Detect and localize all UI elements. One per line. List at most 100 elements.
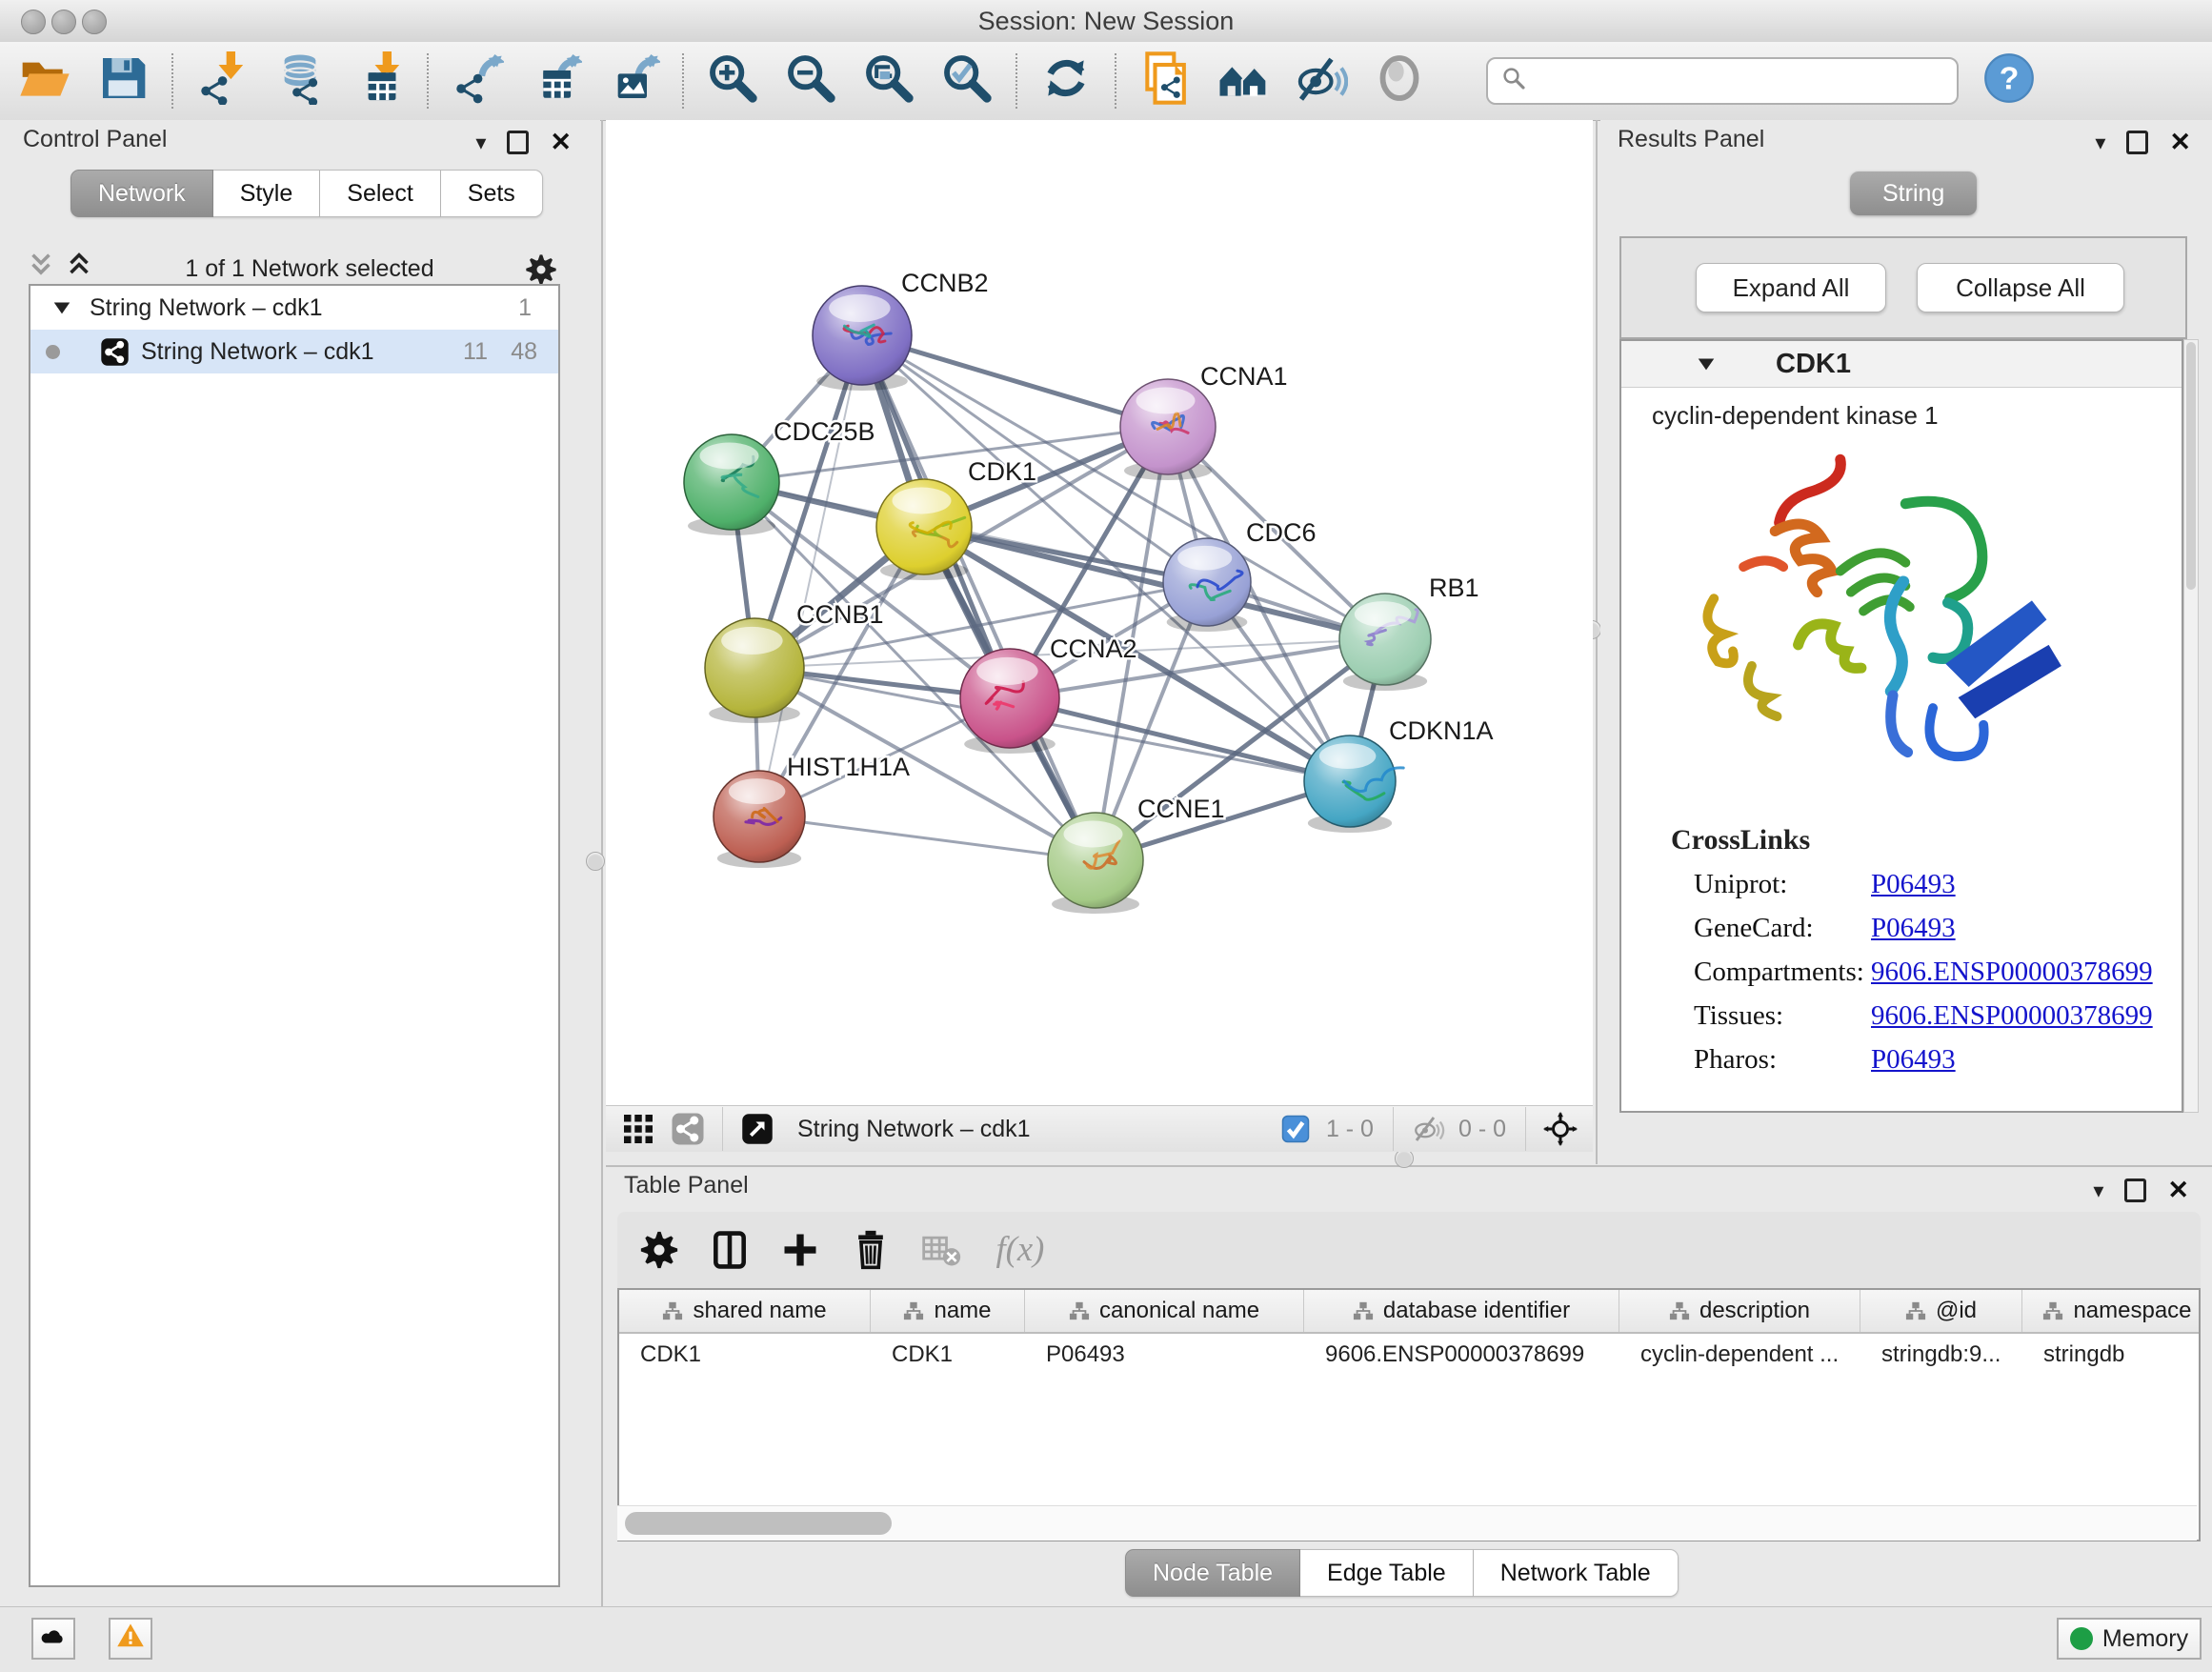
function-builder-button-disabled[interactable]: f(x) [991, 1229, 1075, 1271]
network-row-selected[interactable]: String Network – cdk1 11 48 [30, 330, 558, 373]
zoom-in-button[interactable] [694, 50, 772, 112]
close-panel-icon[interactable]: ✕ [2169, 128, 2191, 157]
table-cell[interactable]: P06493 [1025, 1334, 1304, 1376]
tab-network-table[interactable]: Network Table [1474, 1549, 1679, 1597]
column-header-canonical-name[interactable]: canonical name [1025, 1290, 1304, 1332]
maximize-window-icon[interactable] [82, 10, 107, 34]
table-cell[interactable]: CDK1 [871, 1334, 1025, 1376]
create-column-button[interactable] [779, 1229, 821, 1271]
float-panel-icon[interactable] [2126, 131, 2148, 154]
cloud-button[interactable] [31, 1618, 75, 1660]
memory-button[interactable]: Memory [2057, 1618, 2202, 1660]
crosslinks-title: CrossLinks [1671, 824, 2182, 856]
left-splitter-grip[interactable] [586, 852, 605, 871]
column-type-icon [2042, 1300, 2063, 1321]
float-panel-icon[interactable] [2124, 1178, 2146, 1202]
tab-select[interactable]: Select [320, 170, 440, 217]
network-badge-button[interactable] [663, 1112, 713, 1146]
close-panel-icon[interactable]: ✕ [2167, 1176, 2189, 1205]
import-network-button[interactable] [183, 50, 261, 112]
table-cell[interactable]: stringdb:9... [1860, 1334, 2022, 1376]
import-table-button[interactable] [339, 50, 417, 112]
table-scrollbar-thumb[interactable] [625, 1512, 892, 1535]
hidden-items-button[interactable] [1403, 1112, 1453, 1146]
delete-table-button-disabled[interactable] [920, 1229, 962, 1271]
save-session-button[interactable] [84, 50, 162, 112]
collapse-all-button[interactable]: Collapse All [1917, 263, 2124, 312]
crosslink-link[interactable]: P06493 [1871, 913, 1956, 944]
table-options-button[interactable] [638, 1229, 680, 1271]
panel-menu-icon[interactable]: ▾ [2095, 131, 2105, 155]
table-row[interactable]: CDK1CDK1P064939606.ENSP00000378699cyclin… [619, 1334, 2199, 1376]
first-neighbors-button[interactable] [1204, 50, 1282, 112]
expand-all-icon[interactable] [63, 250, 95, 289]
column-header-namespace[interactable]: namespace [2022, 1290, 2201, 1332]
selected-nodes-checkbox[interactable] [1271, 1112, 1320, 1146]
zoom-out-button[interactable] [772, 50, 850, 112]
table-cell[interactable]: cyclin-dependent ... [1619, 1334, 1860, 1376]
tab-string[interactable]: String [1850, 171, 1977, 215]
search-box[interactable] [1486, 57, 1959, 105]
column-header-shared-name[interactable]: shared name [619, 1290, 871, 1332]
zoom-selected-button[interactable] [928, 50, 1006, 112]
table-horizontal-scrollbar[interactable] [617, 1505, 2197, 1541]
network-collection-row[interactable]: String Network – cdk1 1 [30, 286, 558, 330]
help-button[interactable]: ? [1983, 52, 2035, 111]
open-session-button[interactable] [6, 50, 84, 112]
update-button[interactable] [1027, 50, 1105, 112]
tab-network[interactable]: Network [70, 170, 213, 217]
tab-edge-table[interactable]: Edge Table [1300, 1549, 1474, 1597]
export-table-button[interactable] [516, 50, 594, 112]
collapse-entry-icon[interactable] [1696, 353, 1717, 374]
crosslink-link[interactable]: P06493 [1871, 1044, 1956, 1076]
close-window-icon[interactable] [21, 10, 46, 34]
show-all-button[interactable] [1360, 50, 1438, 112]
search-input[interactable] [1528, 67, 1957, 95]
warnings-button[interactable] [109, 1618, 152, 1660]
table-cell[interactable]: CDK1 [619, 1334, 871, 1376]
birdseye-toggle-button[interactable] [1536, 1112, 1585, 1146]
column-header-name[interactable]: name [871, 1290, 1025, 1332]
zoom-fit-button[interactable] [850, 50, 928, 112]
detach-view-button[interactable] [733, 1112, 782, 1146]
network-canvas[interactable]: CCNB2CCNA1CDC25BCDK1CDC6RB1CCNB1CCNA2CDK… [606, 120, 1593, 1105]
column-header-description[interactable]: description [1619, 1290, 1860, 1332]
import-network-from-database-button[interactable] [261, 50, 339, 112]
clone-network-button[interactable] [1126, 50, 1204, 112]
close-panel-icon[interactable]: ✕ [550, 128, 572, 157]
table-cell[interactable]: stringdb [2022, 1334, 2201, 1376]
search-icon [1499, 64, 1528, 99]
right-splitter[interactable] [1596, 120, 1598, 1164]
tab-node-table[interactable]: Node Table [1125, 1549, 1300, 1597]
float-panel-icon[interactable] [507, 131, 529, 154]
column-header-database-identifier[interactable]: database identifier [1304, 1290, 1619, 1332]
panel-menu-icon[interactable]: ▾ [475, 131, 486, 155]
collapse-all-icon[interactable] [25, 250, 57, 289]
hide-selected-button[interactable] [1282, 50, 1360, 112]
show-columns-button[interactable] [709, 1229, 751, 1271]
export-image-button[interactable] [594, 50, 673, 112]
panel-menu-icon[interactable]: ▾ [2093, 1178, 2103, 1203]
crosslink-link[interactable]: 9606.ENSP00000378699 [1871, 957, 2153, 988]
crosslink-link[interactable]: 9606.ENSP00000378699 [1871, 1000, 2153, 1032]
export-network-button[interactable] [438, 50, 516, 112]
network-options-gear-icon[interactable] [524, 252, 558, 287]
network-view-title: String Network – cdk1 [797, 1116, 1271, 1143]
tab-sets[interactable]: Sets [441, 170, 543, 217]
results-scrollbar-thumb[interactable] [2186, 342, 2196, 590]
minimize-window-icon[interactable] [51, 10, 76, 34]
table-cell[interactable]: 9606.ENSP00000378699 [1304, 1334, 1619, 1376]
result-entry-header[interactable]: CDK1 [1621, 341, 2182, 388]
collapse-tree-icon[interactable] [51, 297, 72, 318]
node-label-CCNA1: CCNA1 [1200, 362, 1288, 391]
results-scrollbar[interactable] [2183, 339, 2199, 1113]
columns-icon [709, 1229, 751, 1271]
column-header-at-id[interactable]: @id [1860, 1290, 2022, 1332]
bottom-splitter-grip[interactable] [1395, 1149, 1414, 1168]
delete-column-button[interactable] [850, 1229, 892, 1271]
crosslink-link[interactable]: P06493 [1871, 869, 1956, 900]
tab-style[interactable]: Style [213, 170, 321, 217]
eye-slash-icon [1411, 1112, 1445, 1146]
grid-view-button[interactable] [613, 1112, 663, 1146]
expand-all-button[interactable]: Expand All [1696, 263, 1886, 312]
